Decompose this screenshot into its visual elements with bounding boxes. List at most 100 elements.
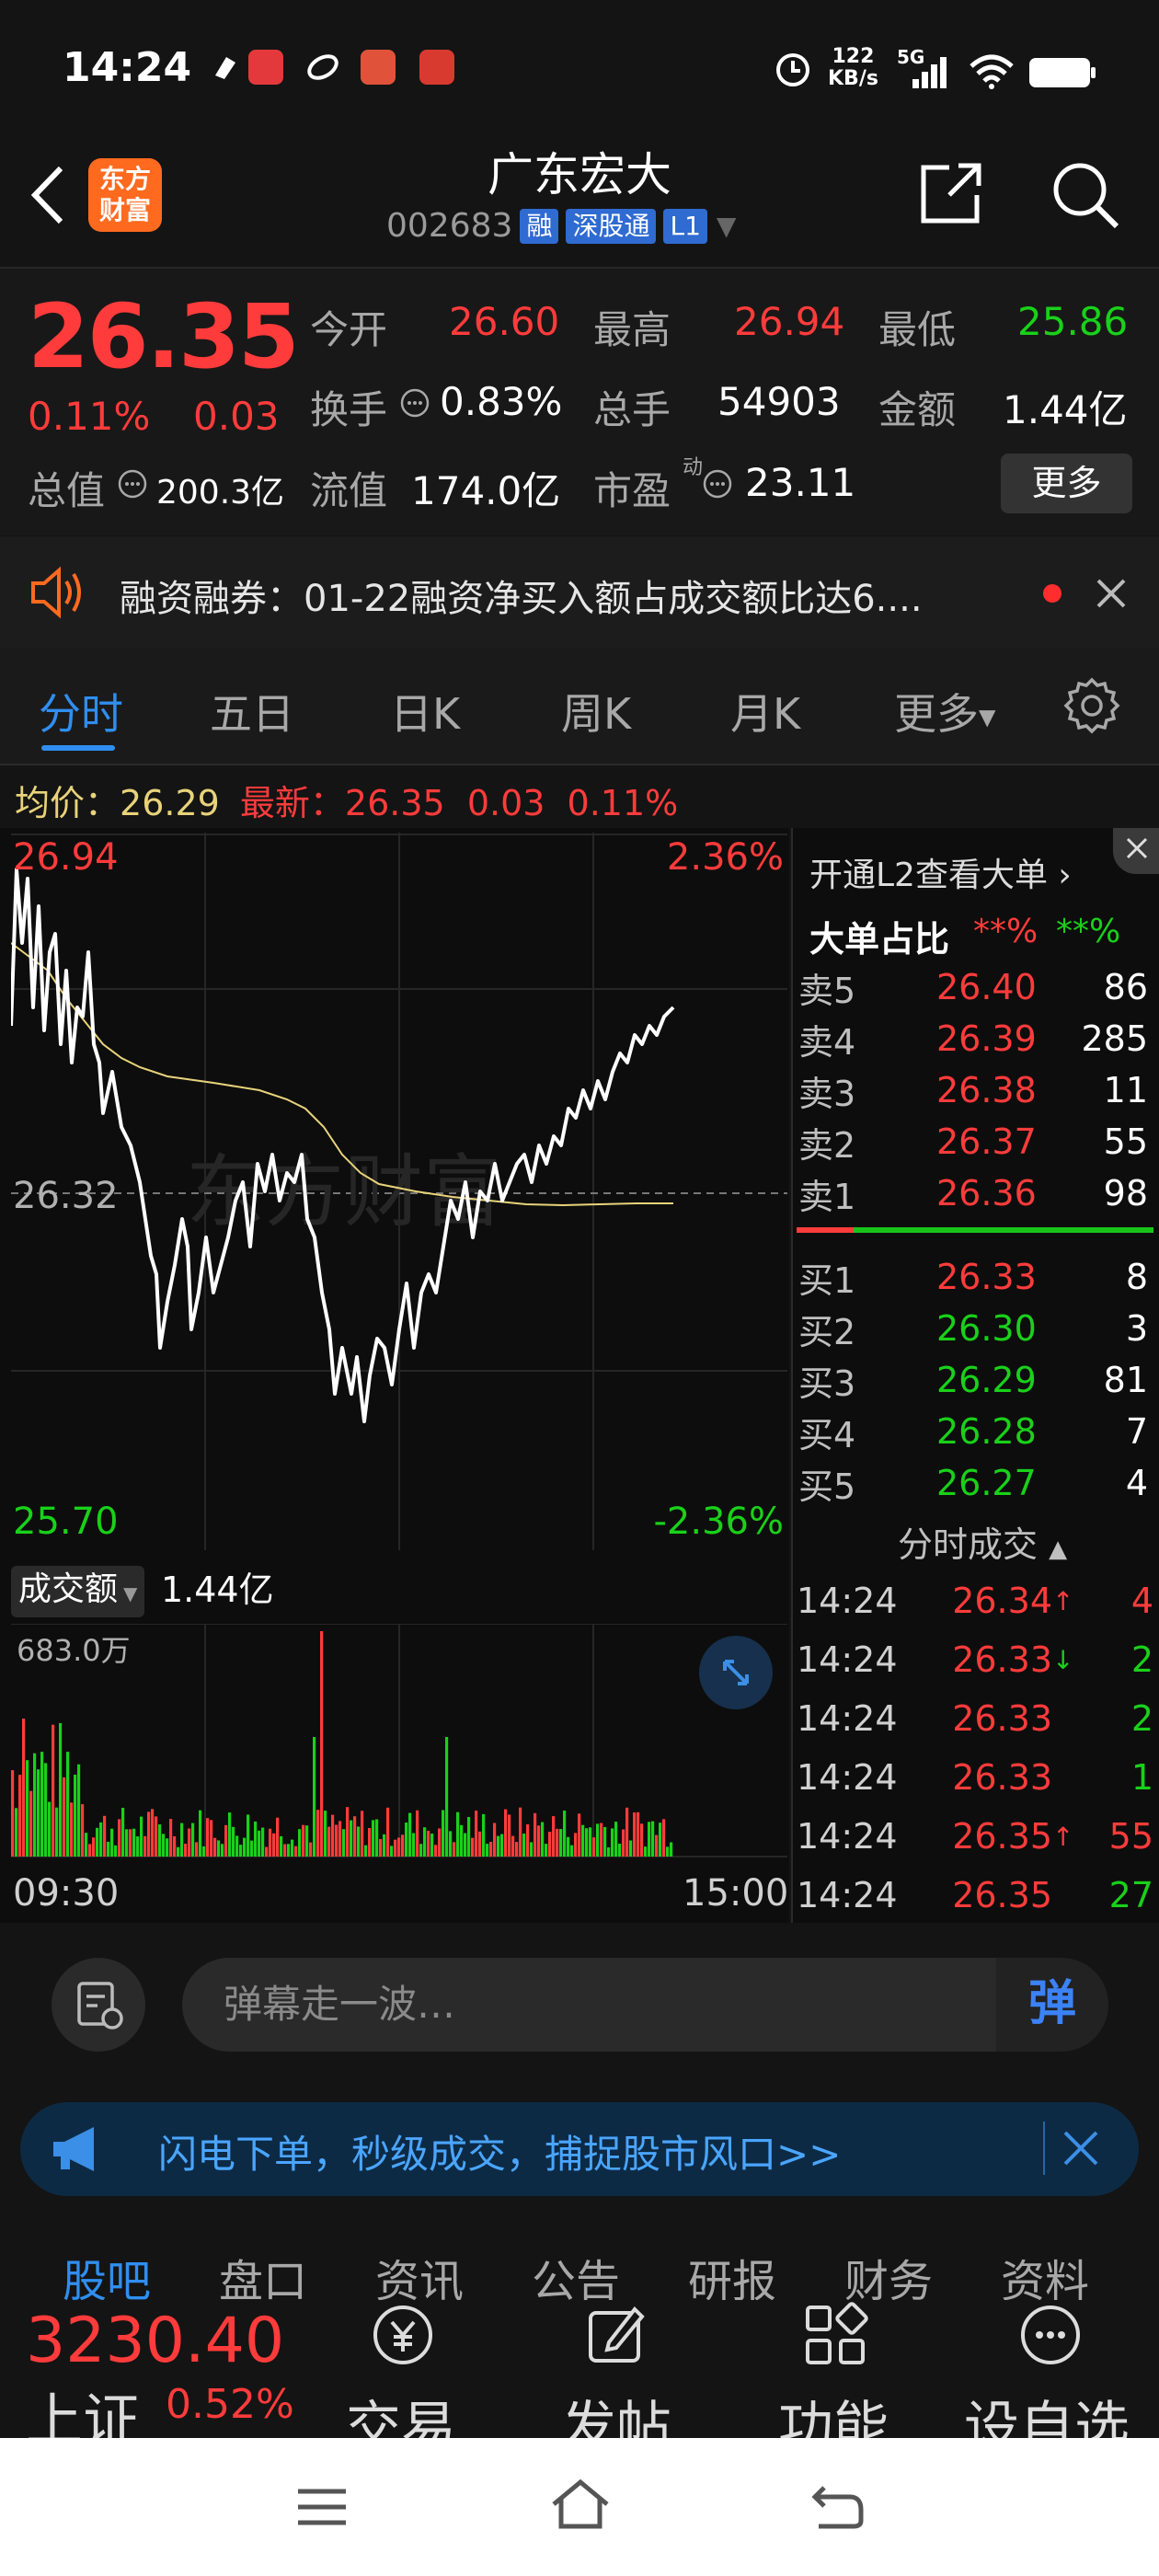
volume-bar <box>633 1812 637 1857</box>
volume-bar <box>191 1823 195 1857</box>
volume-bar <box>390 1846 394 1857</box>
volume-bar <box>471 1837 475 1857</box>
volume-bar <box>357 1826 361 1857</box>
more-quote-button[interactable]: 更多 <box>1001 454 1132 513</box>
volume-bar <box>467 1817 471 1857</box>
volume-bar <box>534 1812 537 1857</box>
ask-row[interactable]: 卖5 26.40 86 <box>798 961 1152 1013</box>
volume-bar <box>258 1830 261 1857</box>
volume-bar <box>545 1844 548 1857</box>
tick-trades-label[interactable]: 分时成交 ▲ <box>898 1516 1067 1567</box>
search-icon[interactable] <box>1049 158 1122 236</box>
ask-row[interactable]: 卖3 26.38 11 <box>798 1064 1152 1116</box>
level-dropdown-icon[interactable]: ▼ <box>717 211 737 241</box>
volume-bar <box>405 1823 408 1857</box>
volume-bar <box>346 1807 350 1857</box>
battery-icon <box>1028 57 1096 92</box>
volume-bar <box>287 1844 291 1857</box>
ask-row[interactable]: 卖4 26.39 285 <box>798 1013 1152 1064</box>
close-icon[interactable] <box>1060 2127 1102 2173</box>
change-amount: 0.03 <box>193 394 280 439</box>
danmu-input[interactable]: 弹幕走一波… <box>182 1958 996 2052</box>
volume-bar <box>423 1827 427 1857</box>
tab-more[interactable]: 更多▼ <box>894 681 995 742</box>
info-icon[interactable] <box>701 467 734 504</box>
gear-icon[interactable] <box>1062 676 1121 739</box>
volume-bar <box>276 1817 280 1857</box>
compose-icon[interactable] <box>581 2300 651 2374</box>
l2-upgrade-link[interactable]: 开通L2查看大单 › <box>809 848 1072 896</box>
bid-row[interactable]: 买4 26.28 7 <box>798 1406 1152 1457</box>
tab-monthly-k[interactable]: 月K <box>730 681 800 742</box>
volume-bar <box>151 1809 155 1857</box>
index-price[interactable]: 3230.40 <box>26 2305 284 2377</box>
chevron-right-icon: › <box>1058 857 1072 894</box>
pe-value: 23.11 <box>745 460 856 505</box>
volume-selector[interactable]: 成交额 ▼ <box>11 1566 145 1617</box>
bid-row[interactable]: 买1 26.33 8 <box>798 1251 1152 1303</box>
volume-bar <box>592 1837 596 1857</box>
volume-bar <box>283 1844 287 1857</box>
tab-daily-k[interactable]: 日K <box>390 681 460 742</box>
tag-margin: 融 <box>520 208 559 244</box>
volume-bar <box>438 1828 442 1857</box>
share-icon[interactable] <box>916 158 986 232</box>
index-percent: 0.52% <box>166 2381 294 2428</box>
close-icon[interactable] <box>1113 828 1159 874</box>
tab-intraday[interactable]: 分时 <box>39 681 123 742</box>
volume-bar <box>291 1839 294 1857</box>
menu-icon[interactable] <box>294 2484 350 2534</box>
bid-row[interactable]: 买2 26.30 3 <box>798 1303 1152 1354</box>
ask-row[interactable]: 卖2 26.37 55 <box>798 1116 1152 1167</box>
tab-weekly-k[interactable]: 周K <box>561 681 631 742</box>
close-icon[interactable] <box>1093 575 1130 615</box>
big-order-sell: **% <box>973 913 1039 950</box>
ask-row[interactable]: 卖1 26.36 98 <box>798 1167 1152 1219</box>
pct-axis-bottom: -2.36% <box>653 1501 784 1543</box>
chevron-up-icon: ▲ <box>1049 1535 1068 1563</box>
mcap-value: 200.3亿 <box>156 474 285 512</box>
volume-bar <box>585 1828 589 1857</box>
volume-bar <box>213 1837 217 1857</box>
info-icon[interactable] <box>116 467 149 504</box>
volume-max-label: 683.0万 <box>17 1633 131 1668</box>
volume-bar <box>449 1831 453 1857</box>
more-dots-icon[interactable] <box>1016 2300 1085 2374</box>
tab-five-day[interactable]: 五日 <box>210 681 294 742</box>
volume-bar <box>625 1807 629 1857</box>
wifi-icon <box>968 53 1016 94</box>
volume-bar <box>603 1826 607 1857</box>
expand-chart-icon[interactable] <box>699 1636 773 1709</box>
volume-bar <box>320 1631 324 1857</box>
volume-bar <box>140 1816 143 1857</box>
volume-bar <box>430 1834 434 1857</box>
bid-row[interactable]: 买3 26.29 81 <box>798 1354 1152 1406</box>
grid-icon[interactable] <box>800 2300 870 2374</box>
volume-bar <box>173 1836 177 1857</box>
volume-bar <box>210 1820 213 1857</box>
volume-bar <box>129 1829 132 1857</box>
turnover-label: 换手 <box>310 387 388 432</box>
trade-icon[interactable] <box>368 2300 438 2374</box>
volume-bar <box>350 1820 353 1857</box>
ask-ratio-segment <box>797 1227 854 1233</box>
margin-banner-text: 融资融券：01-22融资净买入额占成交额比达6.... <box>120 578 923 620</box>
up-arrow-icon: ↑ <box>1052 1585 1074 1616</box>
volume-bar <box>401 1834 405 1857</box>
back-nav-icon[interactable] <box>809 2480 866 2536</box>
volume-bar <box>103 1815 107 1857</box>
volume-chart[interactable]: 683.0万 <box>11 1624 787 1868</box>
price-chart[interactable]: 东方财富 26.94 26.32 25.70 2.36% -2.36% <box>11 833 787 1550</box>
danmu-send-button[interactable]: 弹 <box>996 1958 1108 2052</box>
info-icon[interactable] <box>398 386 431 423</box>
volume-bar <box>596 1823 600 1857</box>
volume-bar <box>99 1822 103 1857</box>
volume-bar <box>18 1775 22 1857</box>
volume-bar <box>59 1722 63 1857</box>
danmu-settings-icon[interactable] <box>52 1958 145 2052</box>
home-icon[interactable] <box>548 2477 613 2536</box>
volume-bar <box>74 1775 77 1857</box>
volume-bar <box>243 1837 247 1857</box>
volume-bar <box>88 1844 92 1857</box>
bid-row[interactable]: 买5 26.27 4 <box>798 1457 1152 1509</box>
